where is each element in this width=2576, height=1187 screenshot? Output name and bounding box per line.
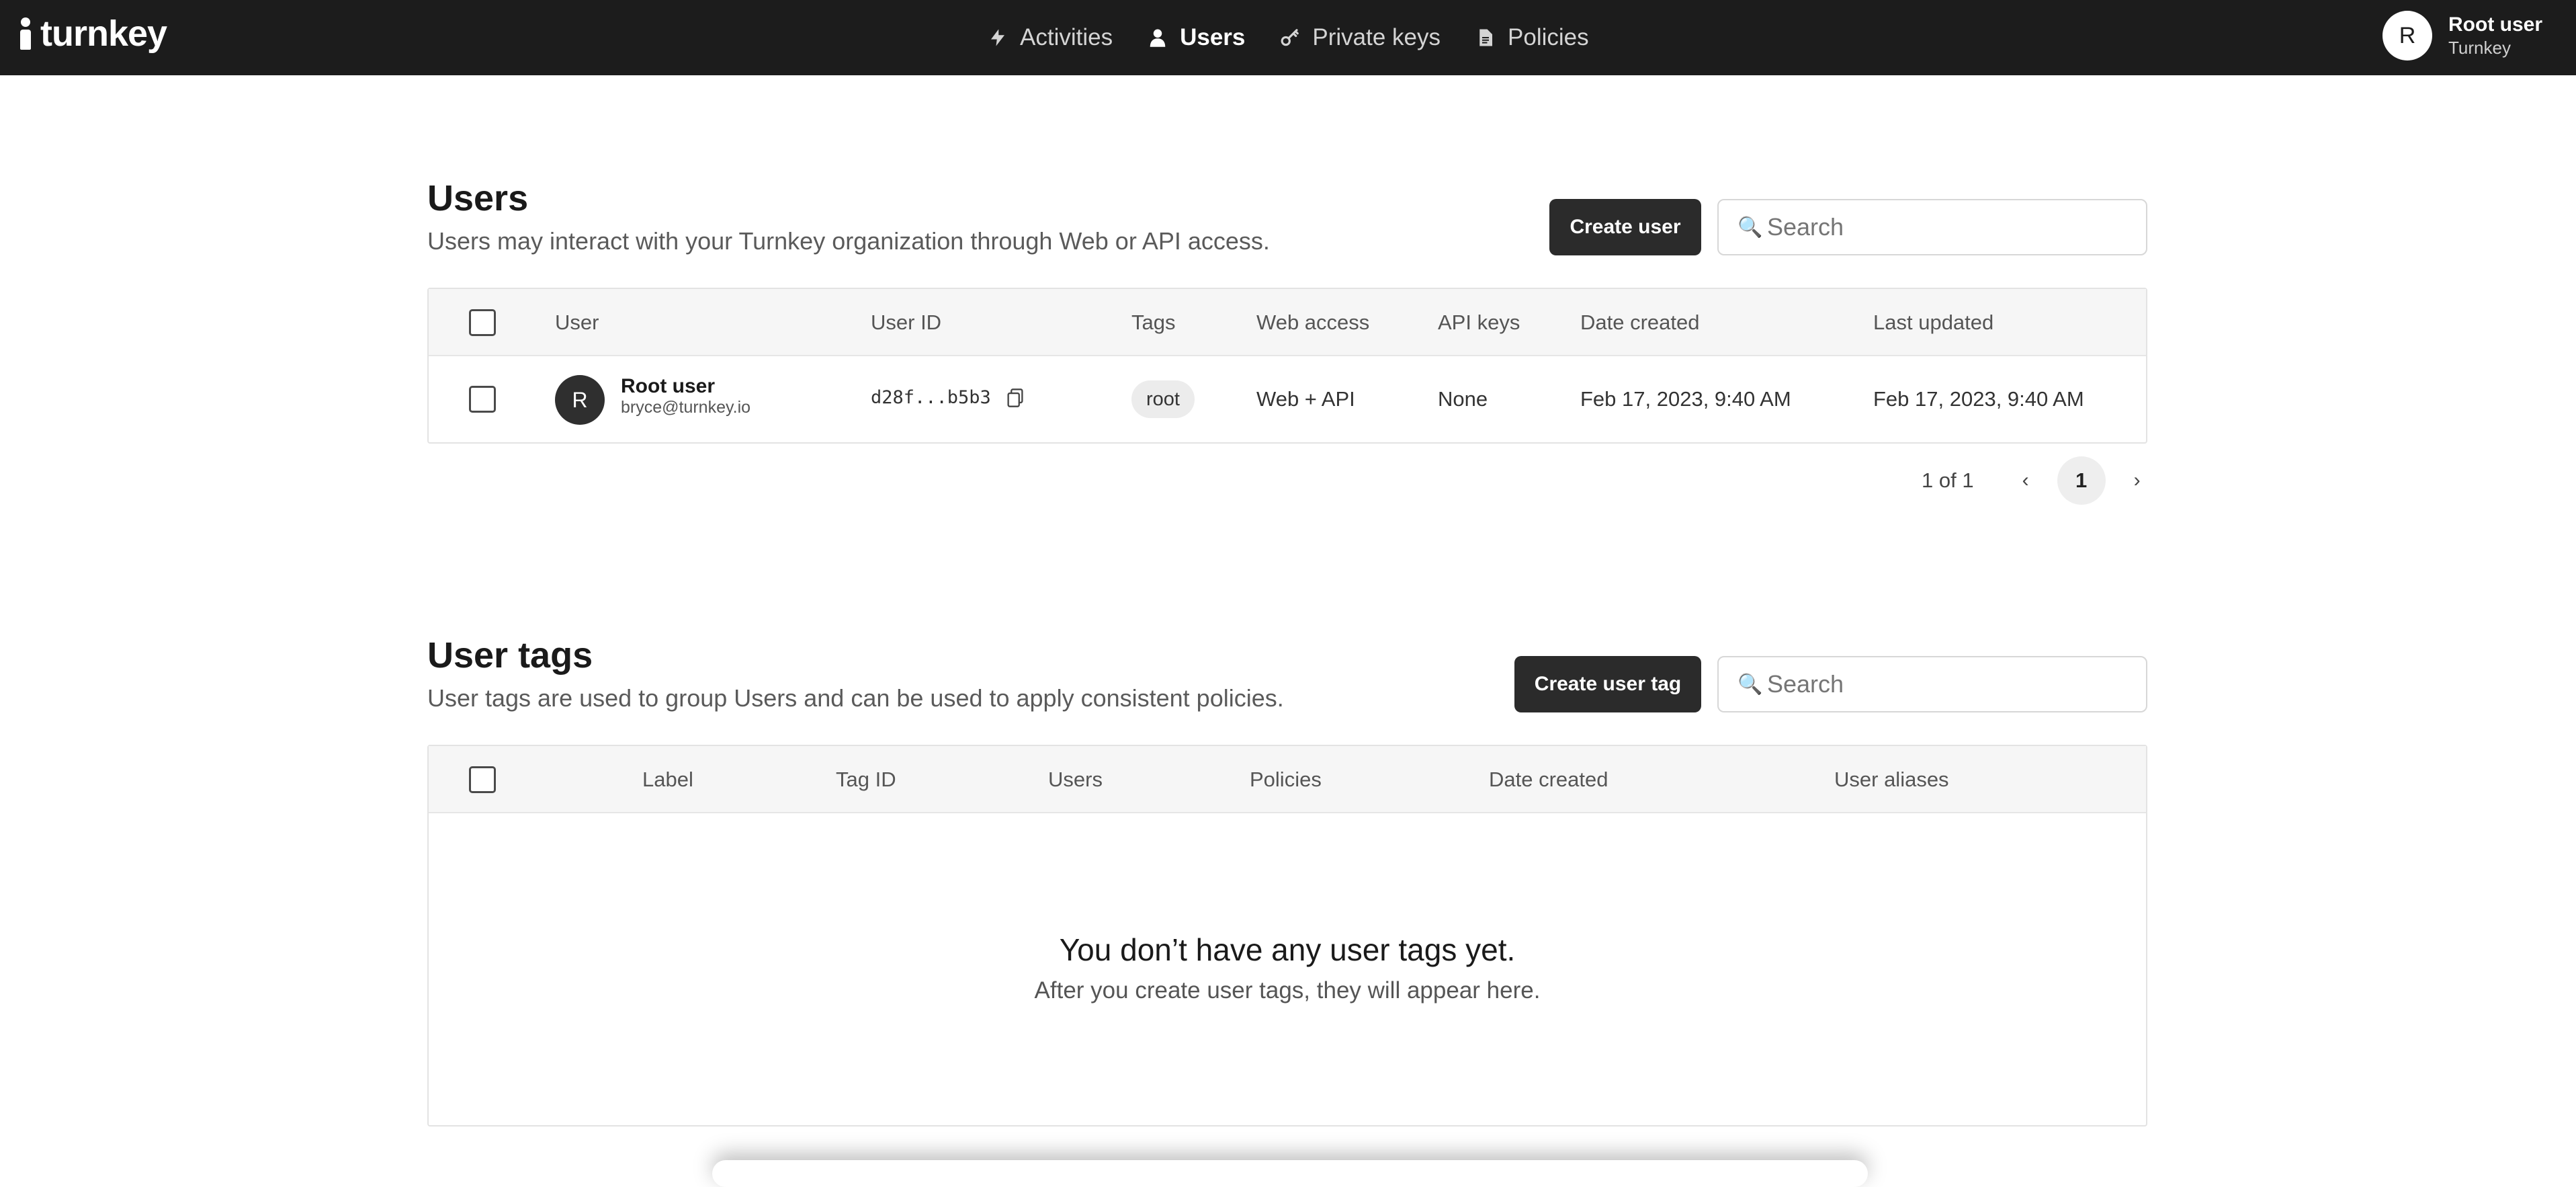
key-icon (1281, 29, 1299, 46)
user-icon (1150, 29, 1166, 47)
last-updated-value: Feb 17, 2023, 9:40 AM (1873, 387, 2084, 411)
create-user-tag-button[interactable]: Create user tag (1514, 656, 1701, 712)
users-search: 🔍 (1717, 199, 2147, 255)
date-created-value: Feb 17, 2023, 9:40 AM (1580, 387, 1791, 411)
brand-name: turnkey (40, 13, 167, 54)
nav-item-label: Private keys (1312, 24, 1441, 50)
main-nav: Activities Users Private keys Policies (988, 0, 1589, 75)
users-section-title: Users (427, 178, 529, 218)
search-icon: 🔍 (1737, 673, 1763, 696)
empty-state-title: You don’t have any user tags yet. (1059, 932, 1516, 967)
user-id: d28f...b5b3 (871, 387, 991, 408)
copy-icon[interactable] (1006, 388, 1025, 408)
column-header-policies[interactable]: Policies (1250, 746, 1322, 813)
nav-item-label: Activities (1020, 24, 1113, 50)
users-search-input[interactable] (1767, 213, 2116, 241)
user-tags-table-header: Label Tag ID Users Policies Date created… (429, 746, 2146, 813)
user-cell: Root user bryce@turnkey.io (621, 375, 750, 417)
profile-org: Turnkey (2448, 38, 2511, 58)
api-keys-value: None (1438, 387, 1488, 411)
user-profile-menu[interactable]: R Root user Turnkey (2382, 11, 2542, 60)
select-all-tags-checkbox[interactable] (469, 766, 496, 793)
nav-item-policies[interactable]: Policies (1475, 24, 1589, 51)
avatar: R (2382, 11, 2432, 60)
bottom-panel-edge (712, 1160, 1868, 1187)
users-section-description: Users may interact with your Turnkey org… (427, 227, 1270, 255)
turnkey-logo[interactable]: turnkey (17, 15, 167, 52)
column-header-user[interactable]: User (555, 289, 599, 356)
turnkey-logo-icon (17, 15, 34, 52)
users-table-header: User User ID Tags Web access API keys Da… (429, 289, 2146, 356)
column-header-date-created[interactable]: Date created (1580, 289, 1700, 356)
column-header-user-aliases[interactable]: User aliases (1834, 746, 1949, 813)
avatar: R (555, 375, 605, 425)
search-icon: 🔍 (1737, 216, 1763, 239)
tag-badge[interactable]: root (1131, 380, 1195, 418)
column-header-label[interactable]: Label (642, 746, 693, 813)
user-tags-section-title: User tags (427, 635, 593, 676)
pagination-label: 1 of 1 (1922, 468, 1974, 492)
user-tags-search-input[interactable] (1767, 670, 2116, 698)
nav-item-label: Users (1180, 24, 1246, 50)
select-all-users-checkbox[interactable] (469, 309, 496, 336)
page-button[interactable]: 1 (2057, 456, 2106, 505)
nav-item-private-keys[interactable]: Private keys (1280, 24, 1441, 51)
user-email: bryce@turnkey.io (621, 398, 751, 417)
chevron-left-icon[interactable]: ‹ (2009, 464, 2043, 497)
empty-state-subtitle: After you create user tags, they will ap… (1034, 977, 1541, 1004)
profile-name: Root user (2448, 13, 2543, 36)
web-access-value: Web + API (1256, 387, 1355, 411)
column-header-last-updated[interactable]: Last updated (1873, 289, 1993, 356)
table-row[interactable]: R Root user bryce@turnkey.io d28f...b5b3… (429, 356, 2146, 442)
nav-item-label: Policies (1508, 24, 1589, 50)
create-user-button[interactable]: Create user (1549, 199, 1701, 255)
chevron-right-icon[interactable]: › (2120, 464, 2154, 497)
nav-item-activities[interactable]: Activities (988, 24, 1113, 51)
column-header-api-keys[interactable]: API keys (1438, 289, 1520, 356)
user-name[interactable]: Root user (621, 375, 750, 398)
users-pagination: 1 of 1 ‹ 1 › (1922, 456, 2154, 505)
user-tags-table: Label Tag ID Users Policies Date created… (427, 745, 2147, 1127)
column-header-user-id[interactable]: User ID (871, 289, 941, 356)
user-tags-section-description: User tags are used to group Users and ca… (427, 684, 1284, 712)
user-id-cell: d28f...b5b3 (871, 387, 1025, 408)
document-icon (1479, 29, 1493, 46)
users-table: User User ID Tags Web access API keys Da… (427, 288, 2147, 444)
column-header-tag-id[interactable]: Tag ID (836, 746, 896, 813)
column-header-date-created[interactable]: Date created (1489, 746, 1608, 813)
nav-item-users[interactable]: Users (1148, 24, 1245, 51)
profile-text: Root user Turnkey (2448, 13, 2542, 58)
user-tags-search: 🔍 (1717, 656, 2147, 712)
column-header-web-access[interactable]: Web access (1256, 289, 1369, 356)
row-select-checkbox[interactable] (469, 386, 496, 413)
lightning-icon (991, 29, 1004, 46)
top-navigation-bar: turnkey Activities Users Private keys Po… (0, 0, 2576, 75)
column-header-tags[interactable]: Tags (1131, 289, 1175, 356)
column-header-users[interactable]: Users (1048, 746, 1103, 813)
